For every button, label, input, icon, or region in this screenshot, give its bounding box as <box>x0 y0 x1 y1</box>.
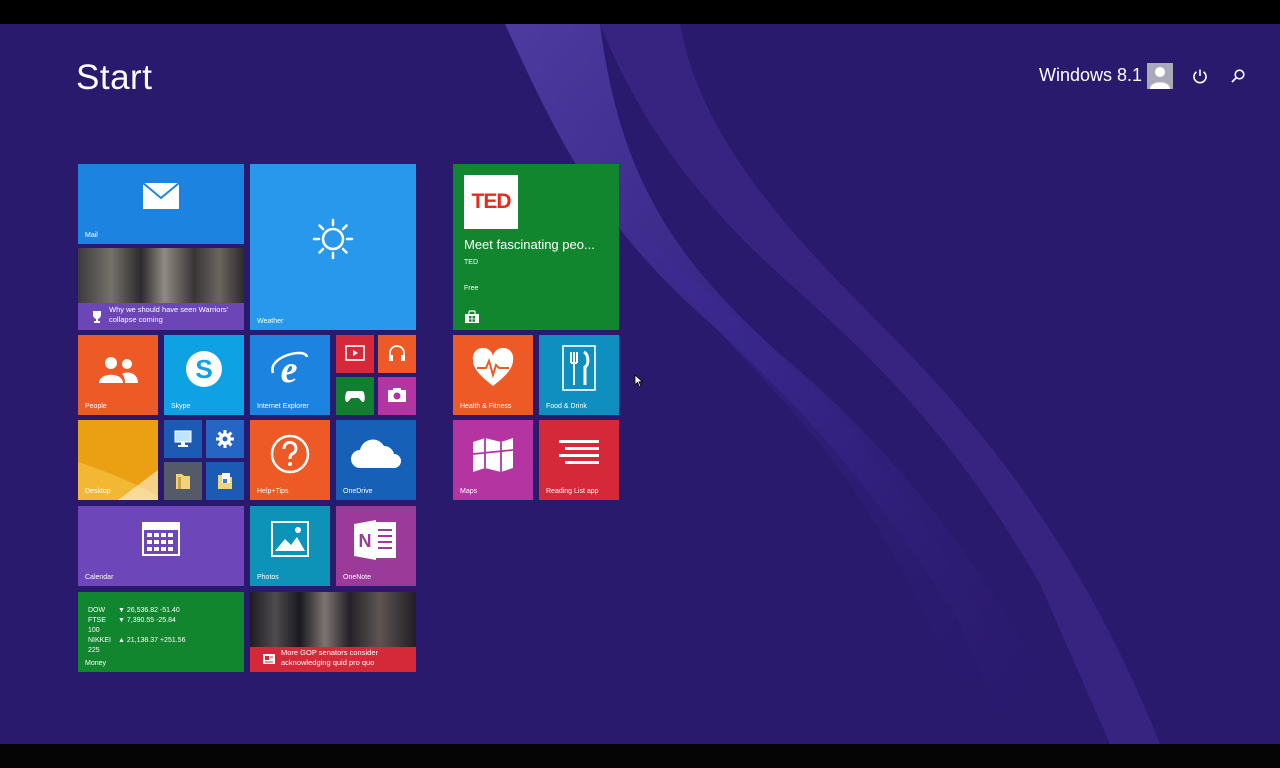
ted-logo: TED <box>464 175 518 229</box>
ie-icon: e <box>271 349 309 389</box>
game-controller-icon <box>345 391 365 402</box>
news-tile[interactable]: Why we should have seen Warriors' collap… <box>78 248 244 330</box>
maps-tile[interactable]: Maps <box>453 420 533 500</box>
onenote-label: OneNote <box>343 574 372 581</box>
ted-publisher: TED <box>464 259 478 266</box>
search-icon[interactable] <box>1229 67 1247 85</box>
mouse-cursor-icon <box>634 374 644 388</box>
file-explorer-tile[interactable] <box>164 462 202 500</box>
question-icon <box>270 434 310 474</box>
letterbox-bottom <box>0 744 1280 768</box>
news-photo <box>250 592 416 647</box>
mail-label: Mail <box>85 232 98 239</box>
user-area: Windows 8.1 <box>980 62 1280 92</box>
gear-icon <box>216 430 234 448</box>
help-tips-tile[interactable]: Help+Tips <box>250 420 330 500</box>
desktop-label: Desktop <box>85 488 111 495</box>
market-row: FTSE 100 ▼ 7,390.55 -25.84 <box>88 617 176 634</box>
calendar-tile[interactable]: Calendar <box>78 506 244 586</box>
skype-tile[interactable]: S Skype <box>164 335 244 415</box>
start-title: Start <box>76 58 153 97</box>
user-name[interactable]: Windows 8.1 <box>1039 65 1142 86</box>
reading-list-label: Reading List app <box>546 488 599 495</box>
internet-explorer-tile[interactable]: e Internet Explorer <box>250 335 330 415</box>
letterbox-top <box>0 0 1280 24</box>
ted-tile[interactable]: TED Meet fascinating peo... TED Free <box>453 164 619 330</box>
calendar-label: Calendar <box>85 574 114 581</box>
health-fitness-label: Health & Fitness <box>460 403 512 410</box>
ted-headline: Meet fascinating peo... <box>464 237 595 252</box>
svg-text:N: N <box>359 531 372 551</box>
onenote-tile[interactable]: N OneNote <box>336 506 416 586</box>
news-caption: More GOP senators consider acknowledging… <box>281 648 378 667</box>
maps-label: Maps <box>460 488 478 495</box>
market-table: DOW ▼ 26,536.82 -51.40 FTSE 100 ▼ 7,390.55… <box>88 606 188 656</box>
people-label: People <box>85 403 107 410</box>
health-fitness-tile[interactable]: Health & Fitness <box>453 335 533 415</box>
folder-icon <box>176 474 190 489</box>
user-avatar-icon[interactable] <box>1147 63 1173 89</box>
store-bag-icon <box>465 310 479 323</box>
people-tile[interactable]: People <box>78 335 158 415</box>
picture-icon <box>271 521 309 557</box>
help-tips-label: Help+Tips <box>257 488 289 495</box>
documents-tile[interactable] <box>206 462 244 500</box>
fork-knife-icon <box>562 345 596 391</box>
start-screen: Start Windows 8.1 Mail Why we should hav… <box>0 24 1280 744</box>
heart-icon <box>472 348 514 386</box>
food-drink-tile[interactable]: Food & Drink <box>539 335 619 415</box>
money-label: Money <box>85 660 107 667</box>
cloud-icon <box>351 439 401 468</box>
desktop-tile[interactable]: Desktop <box>78 420 158 500</box>
news-photo <box>78 248 244 303</box>
computer-icon <box>174 430 192 447</box>
video-icon <box>345 345 365 361</box>
calendar-icon <box>142 522 180 556</box>
envelope-icon <box>142 182 180 209</box>
this-pc-tile[interactable] <box>164 420 202 458</box>
games-tile[interactable] <box>336 377 374 415</box>
trophy-icon <box>93 311 101 323</box>
news-headline-tile[interactable]: More GOP senators consider acknowledging… <box>250 592 416 672</box>
headphones-icon <box>389 345 405 361</box>
music-tile[interactable] <box>378 335 416 373</box>
camera-icon <box>388 388 406 402</box>
document-folder-icon <box>218 473 232 489</box>
video-tile[interactable] <box>336 335 374 373</box>
map-icon <box>472 438 514 472</box>
onedrive-label: OneDrive <box>343 488 373 495</box>
onenote-icon: N <box>354 520 396 560</box>
market-row: NIKKEI 225 ▲ 21,138.37 +251.56 <box>88 637 186 654</box>
svg-text:S: S <box>195 354 212 384</box>
power-icon[interactable] <box>1191 67 1209 85</box>
photos-label: Photos <box>257 574 279 581</box>
internet-explorer-label: Internet Explorer <box>257 403 309 410</box>
camera-tile[interactable] <box>378 377 416 415</box>
people-icon <box>99 357 138 383</box>
weather-tile[interactable]: Weather <box>250 164 416 330</box>
money-tile[interactable]: DOW ▼ 26,536.82 -51.40 FTSE 100 ▼ 7,390.55… <box>78 592 244 672</box>
news-icon <box>263 654 275 664</box>
reading-list-icon <box>559 440 599 464</box>
news-caption: Why we should have seen Warriors' collap… <box>109 305 229 324</box>
food-drink-label: Food & Drink <box>546 403 587 410</box>
market-row: DOW ▼ 26,536.82 -51.40 <box>88 607 180 614</box>
skype-label: Skype <box>171 403 191 410</box>
weather-label: Weather <box>257 318 284 325</box>
ted-price: Free <box>464 285 479 292</box>
skype-icon: S <box>186 351 222 387</box>
onedrive-tile[interactable]: OneDrive <box>336 420 416 500</box>
photos-tile[interactable]: Photos <box>250 506 330 586</box>
pc-settings-tile[interactable] <box>206 420 244 458</box>
mail-tile[interactable]: Mail <box>78 164 244 244</box>
sun-icon <box>312 218 354 260</box>
reading-list-tile[interactable]: Reading List app <box>539 420 619 500</box>
